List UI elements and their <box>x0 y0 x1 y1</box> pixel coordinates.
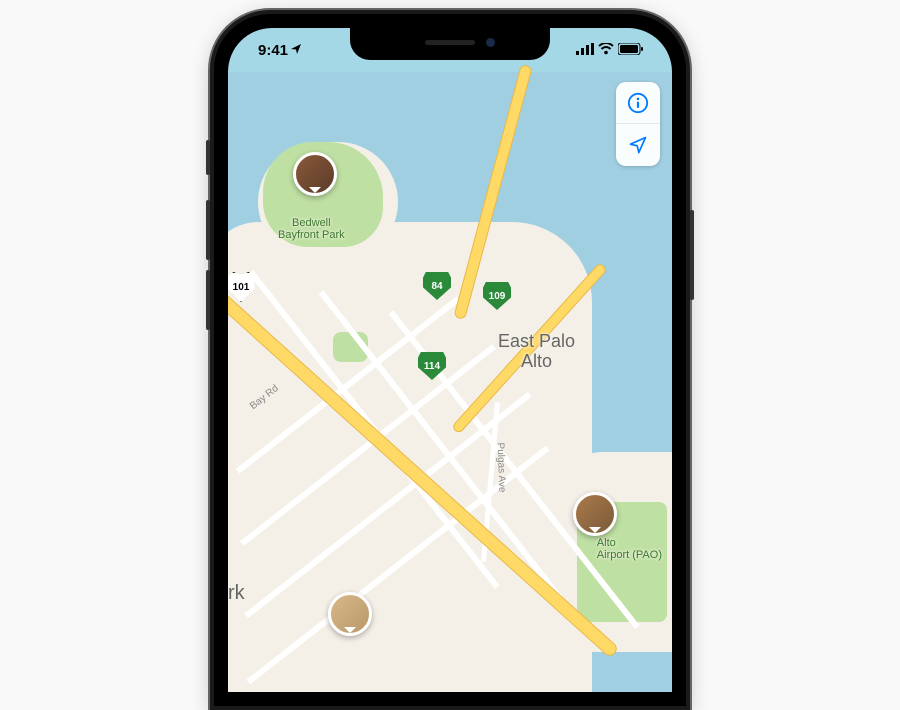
label-airport: Alto Airport (PAO) <box>597 537 662 561</box>
screen: 9:41 <box>228 28 672 692</box>
status-right <box>576 42 648 59</box>
power-button <box>690 210 694 300</box>
status-left: 9:41 <box>252 42 302 59</box>
location-arrow-icon <box>628 135 648 155</box>
volume-down-button <box>206 270 210 330</box>
avatar-person-airport[interactable] <box>573 492 617 536</box>
avatar-person-park[interactable] <box>293 152 337 196</box>
label-east-palo-alto: East Palo Alto <box>498 332 575 372</box>
locate-button[interactable] <box>616 124 660 166</box>
notch <box>350 28 550 60</box>
info-button[interactable] <box>616 82 660 124</box>
label-bedwell-park: Bedwell Bayfront Park <box>278 217 345 241</box>
map-view[interactable]: Bedwell Bayfront Park East Palo Alto Bay… <box>228 72 672 692</box>
status-time: 9:41 <box>258 42 288 59</box>
wifi-icon <box>598 42 614 59</box>
cellular-signal-icon <box>576 42 594 59</box>
battery-icon <box>618 42 644 59</box>
label-pulgas-ave: Pulgas Ave <box>495 442 508 492</box>
label-city-partial: rk <box>228 582 245 604</box>
avatar-person-bottom[interactable] <box>328 592 372 636</box>
mute-switch <box>206 140 210 175</box>
location-services-icon <box>290 42 302 59</box>
map-controls <box>616 82 660 166</box>
info-icon <box>627 92 649 114</box>
phone-device-frame: 9:41 <box>210 10 690 710</box>
phone-bezel: 9:41 <box>214 14 686 706</box>
volume-up-button <box>206 200 210 260</box>
